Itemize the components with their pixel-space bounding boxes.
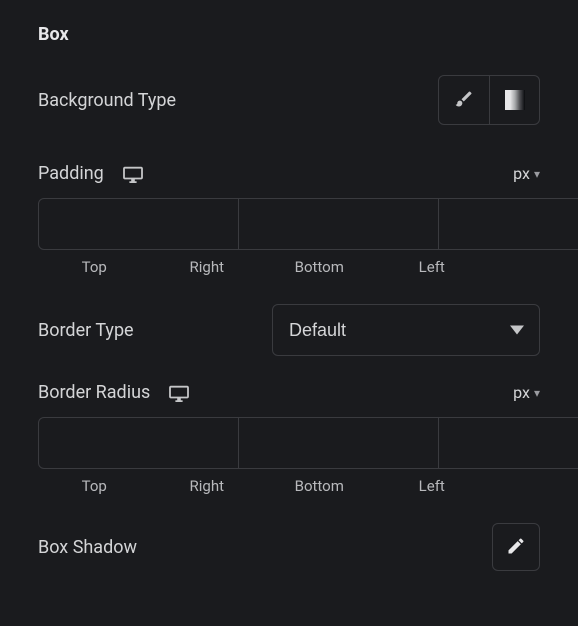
pencil-icon [506, 536, 526, 559]
padding-top-label: Top [38, 258, 151, 276]
desktop-icon[interactable] [168, 384, 190, 402]
background-classic-button[interactable] [439, 76, 489, 124]
background-type-group [438, 75, 540, 125]
border-radius-row: Border Radius px ▾ [38, 382, 540, 403]
padding-left-label: Left [376, 258, 489, 276]
desktop-icon[interactable] [122, 165, 144, 183]
padding-unit-selector[interactable]: px ▾ [513, 164, 540, 183]
brush-icon [454, 89, 474, 112]
border-radius-inputs [38, 417, 540, 469]
border-radius-label: Border Radius [38, 382, 150, 403]
background-type-label: Background Type [38, 90, 176, 111]
padding-bottom-input[interactable] [439, 198, 578, 250]
padding-right-input[interactable] [239, 198, 439, 250]
box-shadow-label: Box Shadow [38, 537, 137, 558]
border-radius-bottom-label: Bottom [263, 477, 376, 495]
border-type-row: Border Type Default [38, 304, 540, 356]
border-radius-right-input[interactable] [239, 417, 439, 469]
gradient-icon [505, 90, 525, 110]
padding-right-label: Right [151, 258, 264, 276]
background-type-row: Background Type [38, 75, 540, 125]
border-radius-top-input[interactable] [38, 417, 239, 469]
border-radius-left-label: Left [376, 477, 489, 495]
background-gradient-button[interactable] [489, 76, 539, 124]
box-shadow-row: Box Shadow [38, 523, 540, 571]
section-title: Box [38, 24, 540, 45]
padding-label: Padding [38, 163, 104, 184]
chevron-down-icon: ▾ [534, 386, 540, 400]
padding-top-input[interactable] [38, 198, 239, 250]
chevron-down-icon: ▾ [534, 167, 540, 181]
border-radius-unit: px [513, 383, 530, 402]
box-shadow-edit-button[interactable] [492, 523, 540, 571]
border-radius-unit-selector[interactable]: px ▾ [513, 383, 540, 402]
padding-bottom-label: Bottom [263, 258, 376, 276]
border-radius-right-label: Right [151, 477, 264, 495]
border-radius-top-label: Top [38, 477, 151, 495]
padding-unit: px [513, 164, 530, 183]
border-type-select[interactable]: Default [272, 304, 540, 356]
padding-side-labels: Top Right Bottom Left [38, 258, 540, 276]
border-type-label: Border Type [38, 320, 134, 341]
border-radius-side-labels: Top Right Bottom Left [38, 477, 540, 495]
padding-inputs [38, 198, 540, 250]
border-radius-bottom-input[interactable] [439, 417, 578, 469]
padding-row: Padding px ▾ [38, 163, 540, 184]
